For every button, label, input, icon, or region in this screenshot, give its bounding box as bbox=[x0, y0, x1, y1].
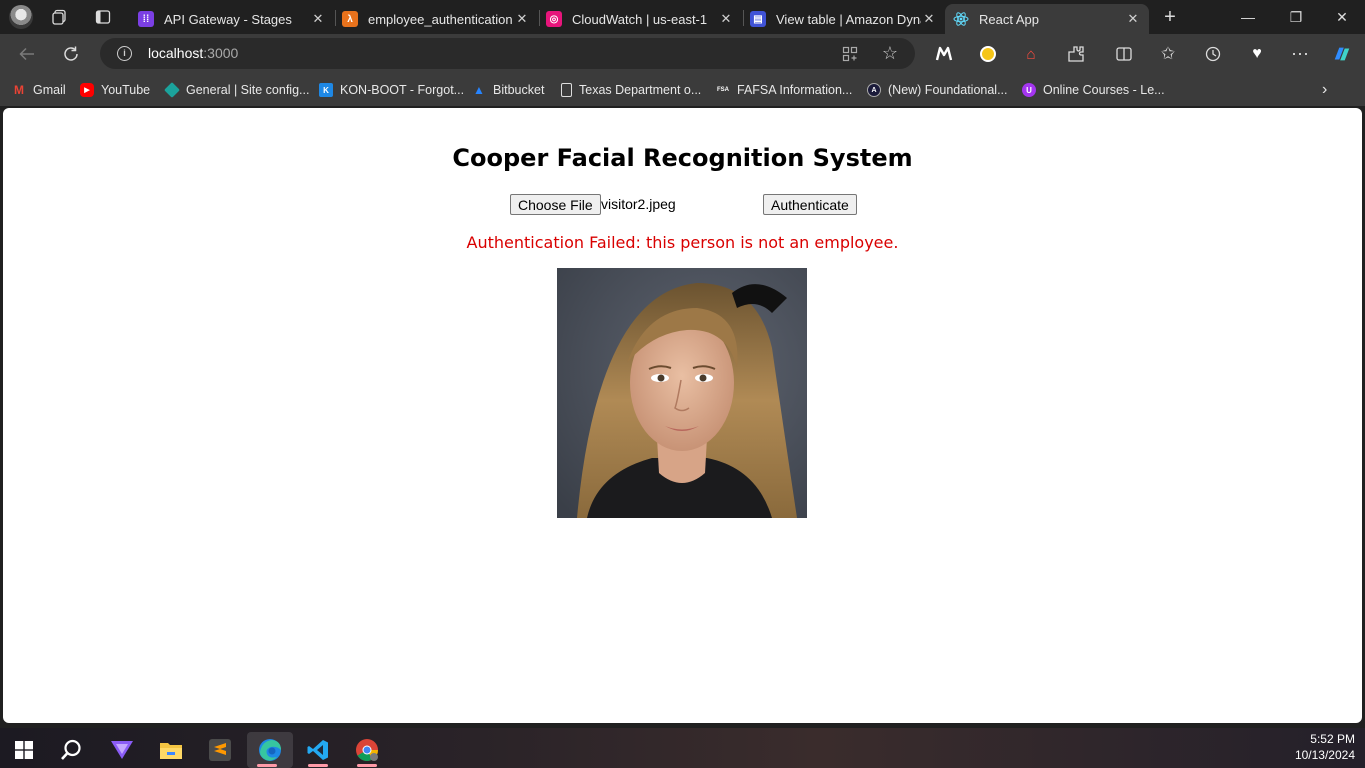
tab-title: View table | Amazon Dynar bbox=[776, 11, 921, 27]
authenticate-button[interactable]: Authenticate bbox=[763, 194, 857, 215]
bookmark-texas-department[interactable]: Texas Department o... bbox=[561, 82, 701, 98]
diamond-icon bbox=[164, 82, 180, 98]
bookmarks-bar: M Gmail ▶ YouTube General | Site config.… bbox=[0, 74, 1365, 106]
bookmark-label: General | Site config... bbox=[186, 83, 310, 97]
home-extension-icon[interactable]: ⌂ bbox=[1021, 44, 1041, 64]
chrome-icon[interactable] bbox=[347, 732, 387, 768]
app-available-icon[interactable] bbox=[840, 44, 860, 64]
bookmark-label: YouTube bbox=[101, 83, 151, 97]
copilot-icon[interactable] bbox=[1332, 44, 1352, 64]
bookmark-youtube[interactable]: ▶ YouTube bbox=[80, 82, 150, 98]
tab-actions-icon[interactable] bbox=[95, 9, 111, 25]
tab-title: CloudWatch | us-east-1 bbox=[572, 11, 708, 27]
browser-toolbar: i localhost:3000 ☆ ⌂ ✩ ♥ ⋯ bbox=[0, 34, 1365, 74]
bookmark-label: KON-BOOT - Forgot... bbox=[340, 83, 465, 97]
malwarebytes-icon[interactable] bbox=[934, 44, 954, 64]
gmail-icon: M bbox=[14, 83, 24, 97]
bookmark-online-courses[interactable]: U Online Courses - Le... bbox=[1022, 82, 1165, 98]
bookmark-bitbucket[interactable]: ▲ Bitbucket bbox=[472, 82, 544, 98]
tab-dynamodb[interactable]: ▤ View table | Amazon Dynar ✕ bbox=[742, 4, 945, 34]
edge-browser-icon[interactable] bbox=[247, 732, 293, 768]
minimize-icon[interactable]: — bbox=[1238, 7, 1258, 27]
bookmark-konboot[interactable]: K KON-BOOT - Forgot... bbox=[319, 82, 464, 98]
selected-file-name: visitor2.jpeg bbox=[601, 196, 676, 212]
foundational-icon: A bbox=[867, 83, 881, 97]
split-screen-icon[interactable] bbox=[1114, 44, 1134, 64]
tab-title: React App bbox=[979, 11, 1039, 27]
more-menu-icon[interactable]: ⋯ bbox=[1290, 44, 1310, 64]
bookmark-general-site-config[interactable]: General | Site config... bbox=[164, 82, 310, 98]
close-icon[interactable]: ✕ bbox=[310, 11, 326, 27]
extensions-icon[interactable] bbox=[1066, 44, 1086, 64]
lambda-icon: λ bbox=[342, 11, 358, 27]
konboot-icon: K bbox=[319, 83, 333, 97]
cloudwatch-icon: ◎ bbox=[546, 11, 562, 27]
udemy-icon: U bbox=[1022, 83, 1036, 97]
bookmark-foundational[interactable]: A (New) Foundational... bbox=[867, 82, 1008, 98]
tab-title: employee_authentication | bbox=[368, 11, 514, 27]
clock-date: 10/13/2024 bbox=[1294, 748, 1355, 762]
dynamodb-icon: ▤ bbox=[750, 11, 766, 27]
vscode-icon[interactable] bbox=[298, 732, 338, 768]
url-text[interactable]: localhost:3000 bbox=[148, 45, 238, 61]
bookmark-label: Gmail bbox=[33, 83, 66, 97]
bookmark-label: Bitbucket bbox=[493, 83, 545, 97]
tab-lambda[interactable]: λ employee_authentication | ✕ bbox=[334, 4, 538, 34]
new-tab-icon[interactable]: + bbox=[1160, 7, 1180, 27]
choose-file-button[interactable]: Choose File bbox=[510, 194, 601, 215]
address-bar[interactable]: i localhost:3000 ☆ bbox=[100, 38, 915, 69]
youtube-icon: ▶ bbox=[80, 83, 94, 97]
close-window-icon[interactable]: ✕ bbox=[1332, 7, 1352, 27]
sublime-text-icon[interactable] bbox=[200, 732, 240, 768]
browser-essentials-icon[interactable]: ♥ bbox=[1247, 44, 1267, 64]
url-host: localhost bbox=[148, 45, 204, 61]
windows-taskbar: 5:52 PM 10/13/2024 bbox=[0, 728, 1365, 768]
page-viewport: Cooper Facial Recognition System Choose … bbox=[3, 108, 1362, 723]
react-icon bbox=[953, 11, 969, 27]
tab-react-app[interactable]: React App ✕ bbox=[945, 4, 1149, 34]
profile-avatar[interactable] bbox=[9, 5, 33, 29]
start-windows-icon[interactable] bbox=[4, 732, 44, 768]
bookmark-label: FAFSA Information... bbox=[737, 83, 853, 97]
coupon-extension-icon[interactable] bbox=[978, 44, 998, 64]
close-icon[interactable]: ✕ bbox=[1125, 11, 1141, 27]
status-message: Authentication Failed: this person is no… bbox=[466, 233, 899, 252]
back-icon[interactable] bbox=[17, 44, 37, 64]
bookmark-gmail[interactable]: M Gmail bbox=[12, 82, 66, 98]
visitor-photo bbox=[557, 268, 807, 518]
tab-strip: ⁞⁞ API Gateway - Stages ✕ λ employee_aut… bbox=[0, 0, 1365, 34]
vpn-app-icon[interactable] bbox=[102, 732, 142, 768]
api-gateway-icon: ⁞⁞ bbox=[138, 11, 154, 27]
fsa-icon: FSA bbox=[717, 87, 729, 93]
restore-icon[interactable]: ❐ bbox=[1286, 7, 1306, 27]
clock-time: 5:52 PM bbox=[1310, 732, 1355, 746]
bookmark-label: (New) Foundational... bbox=[888, 83, 1008, 97]
bookmark-label: Texas Department o... bbox=[579, 83, 702, 97]
tab-title: API Gateway - Stages bbox=[164, 11, 292, 27]
system-clock[interactable]: 5:52 PM 10/13/2024 bbox=[1295, 731, 1355, 763]
history-icon[interactable] bbox=[1203, 44, 1223, 64]
page-title: Cooper Facial Recognition System bbox=[452, 144, 913, 172]
bitbucket-icon: ▲ bbox=[473, 83, 485, 97]
bookmarks-overflow-chevron-icon[interactable]: › bbox=[1322, 81, 1327, 98]
close-icon[interactable]: ✕ bbox=[514, 11, 530, 27]
url-port: :3000 bbox=[203, 45, 239, 61]
favorites-icon[interactable]: ✩ bbox=[1158, 44, 1178, 64]
site-info-icon[interactable]: i bbox=[117, 46, 132, 61]
tab-cloudwatch[interactable]: ◎ CloudWatch | us-east-1 ✕ bbox=[538, 4, 742, 34]
close-icon[interactable]: ✕ bbox=[718, 11, 734, 27]
search-icon[interactable] bbox=[51, 732, 91, 768]
page-icon bbox=[561, 83, 572, 97]
refresh-icon[interactable] bbox=[61, 44, 81, 64]
workspaces-icon[interactable] bbox=[52, 9, 68, 25]
close-icon[interactable]: ✕ bbox=[921, 11, 937, 27]
tab-api-gateway[interactable]: ⁞⁞ API Gateway - Stages ✕ bbox=[130, 4, 334, 34]
favorite-star-icon[interactable]: ☆ bbox=[880, 43, 900, 63]
bookmark-fafsa[interactable]: FSA FAFSA Information... bbox=[716, 82, 852, 98]
bookmark-label: Online Courses - Le... bbox=[1043, 83, 1165, 97]
file-explorer-icon[interactable] bbox=[151, 732, 191, 768]
